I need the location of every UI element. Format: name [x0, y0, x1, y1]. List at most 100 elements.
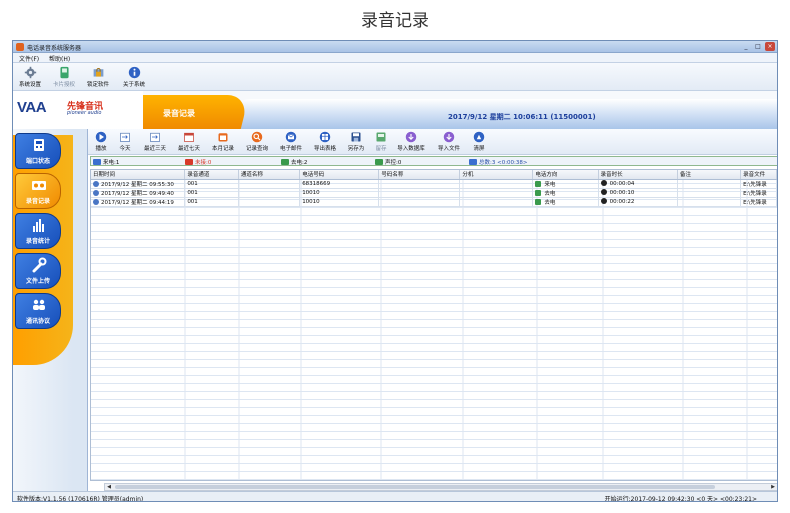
clear-screen-label: 清屏 [473, 146, 485, 152]
column-header-note[interactable]: 备注 [677, 170, 742, 180]
import-file-button[interactable]: 导入文件 [434, 131, 464, 153]
column-header-extension[interactable]: 分机 [459, 170, 534, 180]
logo: VAA [17, 99, 47, 116]
info-icon [128, 66, 140, 79]
horizontal-scrollbar[interactable]: ◀ ▶ [104, 483, 777, 491]
cell-extension [459, 179, 534, 189]
cell-file: E:\先锋录 [740, 188, 777, 198]
play-record-icon[interactable] [93, 189, 99, 196]
cell-note [677, 179, 742, 189]
outgoing-call-icon [535, 198, 542, 205]
cell-number-name [378, 179, 461, 189]
cell-number-name [378, 188, 461, 198]
last-three-days-label: 最近三天 [143, 146, 166, 152]
play-button[interactable]: 播放 [90, 131, 112, 153]
column-header-datetime[interactable]: 日期时间 [91, 170, 186, 180]
cell-channel: 001 [184, 179, 239, 189]
banner: VAA 先锋音讯 pioneer audio 录音记录 2017/9/12 星期… [13, 91, 777, 129]
scroll-right-icon[interactable]: ▶ [769, 484, 777, 490]
phone-icon [34, 139, 44, 151]
column-header-channel-name[interactable]: 通道名称 [238, 170, 301, 180]
column-header-number-name[interactable]: 号码名称 [378, 170, 461, 180]
incoming-call-icon [535, 180, 542, 187]
version-info: 软件版本:V1.1.56 (170616R) 管理员(admin) [17, 496, 144, 502]
voice-activated-count: 声控:0 [375, 158, 401, 166]
bar-chart-icon [33, 219, 44, 232]
month-records-button[interactable]: 本月记录 [208, 131, 238, 153]
record-query-button[interactable]: 记录查询 [242, 131, 272, 153]
close-button[interactable]: × [765, 42, 775, 51]
column-header-duration[interactable]: 录音时长 [598, 170, 678, 180]
column-header-file[interactable]: 录音文件 [740, 170, 777, 180]
brand-subtitle: pioneer audio [67, 110, 102, 116]
clear-screen-button[interactable]: 清屏 [468, 131, 490, 153]
sidebar-item-port-status[interactable]: 端口状态 [15, 133, 61, 169]
grid-column-lines [184, 170, 748, 480]
duration-icon [600, 198, 607, 204]
cell-number: 68318669 [299, 179, 380, 189]
column-header-channel[interactable]: 录音通道 [184, 170, 239, 180]
table-row[interactable]: 2017/9/12 星期二 09:44:19 001 10010 去电 00:0… [91, 197, 777, 207]
total-count: 总数:3 <0:00:38> [469, 158, 528, 166]
cell-number-name [378, 197, 461, 207]
gear-icon [24, 66, 36, 79]
incoming-count: 来电:1 [93, 158, 119, 166]
sidebar-item-records[interactable]: 录音记录 [15, 173, 61, 209]
play-record-icon[interactable] [93, 180, 99, 187]
cell-direction-text: 去电 [544, 190, 556, 197]
people-icon [33, 299, 45, 310]
page-title: 录音记录 [361, 11, 429, 31]
last-seven-days-button[interactable]: 最近七天 [174, 131, 204, 153]
current-datetime: 2017/9/12 星期二 10:06:11 (11500001) [448, 113, 596, 121]
outgoing-count: 去电:2 [281, 158, 307, 166]
save-as-button[interactable]: 另存为 [344, 131, 368, 153]
sidebar-item-statistics[interactable]: 录音统计 [15, 213, 61, 249]
call-summary-strip: 来电:1 未接:0 去电:2 声控:0 总数:3 <0:00:38> [90, 156, 777, 166]
record-query-label: 记录查询 [245, 146, 268, 152]
last-three-days-button[interactable]: 最近三天 [140, 131, 170, 153]
email-button[interactable]: 电子邮件 [276, 131, 306, 153]
scroll-left-icon[interactable]: ◀ [105, 484, 113, 490]
cell-duration-text: 00:00:10 [609, 190, 635, 196]
table-row[interactable]: 2017/9/12 星期二 09:55:30 001 68318669 来电 0… [91, 179, 777, 189]
action-toolbar: 播放 今天 最近三天 最近七天 本月记录 记录查询 电子邮件 导出表格 另存为 … [88, 129, 777, 155]
card-icon [59, 66, 69, 79]
about-button[interactable]: 关于系统 [119, 65, 149, 89]
export-table-button[interactable]: 导出表格 [310, 131, 340, 153]
cell-duration-text: 00:00:22 [609, 199, 635, 205]
card-auth-button[interactable]: 卡片授权 [49, 65, 79, 89]
today-button[interactable]: 今天 [114, 131, 136, 153]
column-header-direction[interactable]: 电话方向 [532, 170, 599, 180]
play-record-icon[interactable] [93, 198, 99, 205]
cell-direction-text: 去电 [544, 199, 556, 206]
app-icon [16, 43, 24, 51]
sidebar-item-protocol[interactable]: 通讯协议 [15, 293, 61, 329]
cell-direction-text: 来电 [544, 181, 556, 188]
column-header-number[interactable]: 电话号码 [299, 170, 380, 180]
archive-button[interactable]: 留存 [370, 131, 392, 153]
scrollbar-thumb[interactable] [115, 485, 715, 489]
minimize-button[interactable]: _ [741, 42, 751, 51]
app-window: 电话录音系统服务器 _ □ × 文件(F) 帮助(H) 系统设置 卡片授权 锁定… [12, 40, 778, 502]
sidebar-item-label: 录音统计 [25, 238, 50, 245]
sidebar-item-upload[interactable]: 文件上传 [15, 253, 61, 289]
cell-datetime: 2017/9/12 星期二 09:55:30 [91, 179, 186, 189]
import-file-label: 导入文件 [437, 146, 460, 152]
system-settings-button[interactable]: 系统设置 [15, 65, 45, 89]
table-row[interactable]: 2017/9/12 星期二 09:49:40 001 10010 去电 00:0… [91, 188, 777, 198]
query-icon [251, 131, 263, 143]
maximize-button[interactable]: □ [753, 42, 763, 51]
menu-file[interactable]: 文件(F) [19, 54, 39, 63]
cell-file: E:\先锋录 [740, 179, 777, 189]
menu-help[interactable]: 帮助(H) [49, 54, 70, 63]
lock-software-button[interactable]: 锁定软件 [83, 65, 113, 89]
sidebar-item-label: 通讯协议 [25, 318, 50, 325]
email-label: 电子邮件 [279, 146, 302, 152]
month-icon [218, 133, 228, 142]
import-file-icon [443, 131, 455, 143]
window-title: 电话录音系统服务器 [27, 45, 82, 52]
import-database-button[interactable]: 导入数据库 [394, 131, 428, 153]
import-db-icon [405, 131, 417, 143]
missed-count-text: 未接:0 [195, 160, 212, 166]
import-database-label: 导入数据库 [397, 146, 425, 152]
